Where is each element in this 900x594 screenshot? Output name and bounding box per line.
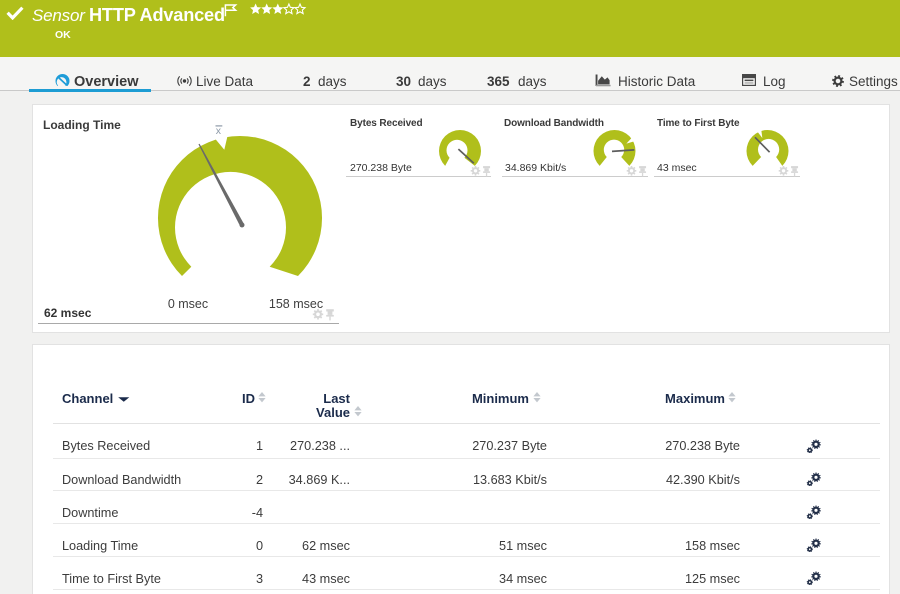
svg-text:x: x (216, 125, 222, 137)
